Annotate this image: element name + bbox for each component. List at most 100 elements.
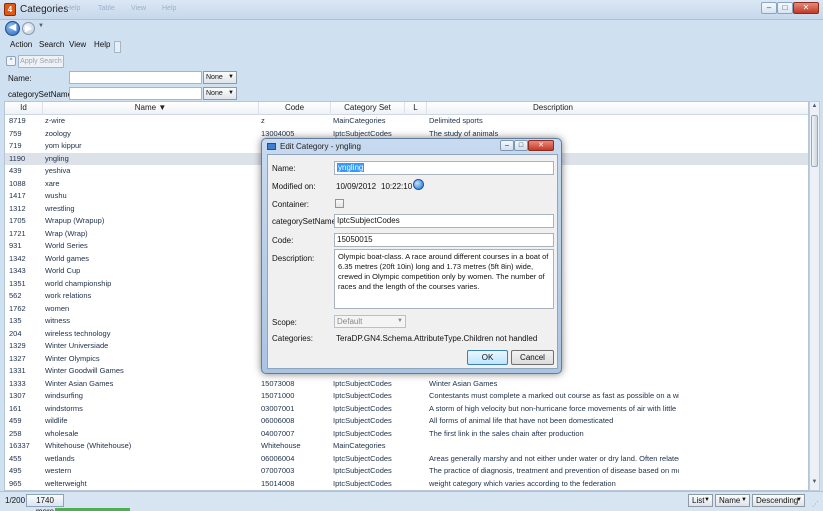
table-row[interactable]: 16337 Whitehouse (Whitehouse) Whitehouse Ma…: [5, 440, 808, 453]
scroll-down-icon[interactable]: ▼: [810, 479, 819, 489]
menu-action[interactable]: Action: [10, 40, 32, 49]
cell-set: IptcSubjectCodes: [333, 391, 392, 400]
cell-id: 1088: [9, 178, 26, 188]
cell-id: 759: [9, 128, 22, 138]
view-mode-select[interactable]: List ▼: [688, 494, 713, 507]
cell-name: windstorms: [45, 403, 83, 413]
name-filter-mode-select[interactable]: None ▼: [203, 71, 237, 84]
container-checkbox[interactable]: [335, 199, 344, 208]
setname-label: categorySetName:: [272, 217, 339, 226]
table-row[interactable]: 258 wholesale 04007007 IptcSubjectCodes The …: [5, 428, 808, 441]
name-field-value: yngling: [337, 163, 365, 172]
cell-set: MainCategories: [333, 116, 386, 125]
back-arrow-icon[interactable]: ◀: [5, 21, 20, 36]
cell-code: 07007003: [261, 466, 295, 475]
cell-desc: The first link in the sales chain after …: [429, 428, 584, 438]
resize-grip-icon[interactable]: ⋰: [812, 500, 821, 509]
scroll-up-icon[interactable]: ▲: [810, 103, 819, 113]
chevron-down-icon: ▼: [741, 497, 747, 503]
toolbar-grip-icon[interactable]: [114, 41, 121, 53]
cell-name: work relations: [45, 291, 92, 300]
table-row[interactable]: 8719 z-wire z MainCategories Delimited sport…: [5, 115, 808, 128]
categories-label: Categories:: [272, 334, 313, 343]
chevron-down-icon: ▼: [397, 318, 403, 324]
dialog-titlebar[interactable]: Edit Category - yngling – □ ✕: [262, 139, 561, 154]
cancel-button[interactable]: Cancel: [511, 350, 554, 365]
cell-id: 1417: [9, 191, 26, 200]
cell-name: yeshiva: [45, 166, 71, 175]
cell-code: 15014008: [261, 478, 295, 488]
table-row[interactable]: 455 wetlands 06006004 IptcSubjectCodes Areas…: [5, 453, 808, 466]
name-filter-input[interactable]: [69, 71, 202, 84]
close-button[interactable]: ✕: [793, 2, 819, 14]
history-dropdown-icon[interactable]: ▼: [38, 23, 44, 29]
maximize-button[interactable]: □: [777, 2, 793, 14]
code-field[interactable]: 15050015: [334, 233, 554, 247]
cell-id: 719: [9, 141, 22, 150]
column-header-category-set[interactable]: Category Set: [331, 102, 405, 115]
chevron-down-icon: ▼: [228, 90, 234, 96]
cell-name: witness: [45, 316, 71, 325]
forward-arrow-icon[interactable]: ▶: [22, 22, 35, 35]
description-field[interactable]: Olympic boat-class. A race around differ…: [334, 249, 554, 309]
table-row[interactable]: 459 wildlife 06006008 IptcSubjectCodes All f…: [5, 415, 808, 428]
cell-name: Winter Asian Games: [45, 378, 114, 388]
dialog-maximize-button[interactable]: □: [514, 140, 528, 151]
table-row[interactable]: 161 windstorms 03007001 IptcSubjectCodes A s…: [5, 403, 808, 416]
view-mode-value: List: [692, 496, 705, 505]
cell-id: 455: [9, 453, 22, 463]
code-label: Code:: [272, 236, 294, 245]
dialog-close-button[interactable]: ✕: [528, 140, 554, 151]
scrollbar-thumb[interactable]: [811, 115, 818, 167]
column-header-l[interactable]: L: [405, 102, 427, 115]
dialog-minimize-button[interactable]: –: [500, 140, 514, 151]
info-icon[interactable]: [413, 179, 424, 190]
cell-name: Winter Goodwill Games: [45, 366, 124, 375]
scope-select[interactable]: Default ▼: [334, 315, 406, 328]
collapse-filter-button[interactable]: ^: [6, 56, 16, 66]
app-icon: 4: [4, 3, 16, 16]
column-header-description[interactable]: Description: [427, 102, 679, 115]
ghost-menu-item: View: [131, 5, 147, 12]
cell-desc: Winter Asian Games: [429, 378, 498, 388]
cell-name: wetlands: [45, 453, 75, 463]
cell-code: 15071000: [261, 391, 295, 400]
vertical-scrollbar[interactable]: ▲ ▼: [809, 101, 820, 491]
cell-id: 965: [9, 478, 22, 488]
setname-field[interactable]: IptcSubjectCodes: [334, 214, 554, 228]
dialog-title: Edit Category - yngling: [280, 142, 361, 151]
name-field[interactable]: yngling: [334, 161, 554, 175]
apply-search-button[interactable]: Apply Search: [18, 55, 64, 68]
minimize-button[interactable]: –: [761, 2, 777, 14]
setname-filter-mode-select[interactable]: None ▼: [203, 87, 237, 100]
menu-view[interactable]: View: [69, 40, 86, 49]
menu-search[interactable]: Search: [39, 40, 64, 49]
table-row[interactable]: 965 welterweight 15014008 IptcSubjectCodes w…: [5, 478, 808, 491]
cell-id: 1327: [9, 353, 26, 363]
search-toolbar: ^ Apply Search: [0, 55, 823, 69]
column-header-code[interactable]: Code: [259, 102, 331, 115]
cell-name: wireless technology: [45, 328, 111, 338]
setname-filter-mode-value: None: [206, 90, 223, 97]
load-more-button[interactable]: 1740 more: [26, 494, 64, 511]
cell-name: Whitehouse (Whitehouse): [45, 441, 132, 450]
column-header-id[interactable]: Id: [5, 102, 43, 115]
cell-desc: All forms of animal life that have not b…: [429, 416, 614, 425]
sort-order-select[interactable]: Descending ▼: [752, 494, 805, 507]
column-header-name[interactable]: Name ▼: [43, 102, 259, 115]
cell-id: 258: [9, 428, 22, 438]
cell-desc: The practice of diagnosis, treatment and…: [429, 466, 679, 475]
setname-filter-input[interactable]: [69, 87, 202, 100]
table-row[interactable]: 1307 windsurfing 15071000 IptcSubjectCodes C…: [5, 390, 808, 403]
chevron-down-icon: ▼: [704, 497, 710, 503]
cell-code: 06006004: [261, 453, 295, 463]
cell-id: 439: [9, 166, 22, 175]
cell-id: 135: [9, 316, 22, 325]
cell-id: 161: [9, 403, 22, 413]
ok-button[interactable]: OK: [467, 350, 508, 365]
table-row[interactable]: 495 western 07007003 IptcSubjectCodes The pr…: [5, 465, 808, 478]
table-row[interactable]: 1333 Winter Asian Games 15073008 IptcSubjec…: [5, 378, 808, 391]
sort-field-select[interactable]: Name ▼: [715, 494, 750, 507]
sort-order-value: Descending: [756, 496, 799, 505]
menu-help[interactable]: Help: [94, 40, 110, 49]
